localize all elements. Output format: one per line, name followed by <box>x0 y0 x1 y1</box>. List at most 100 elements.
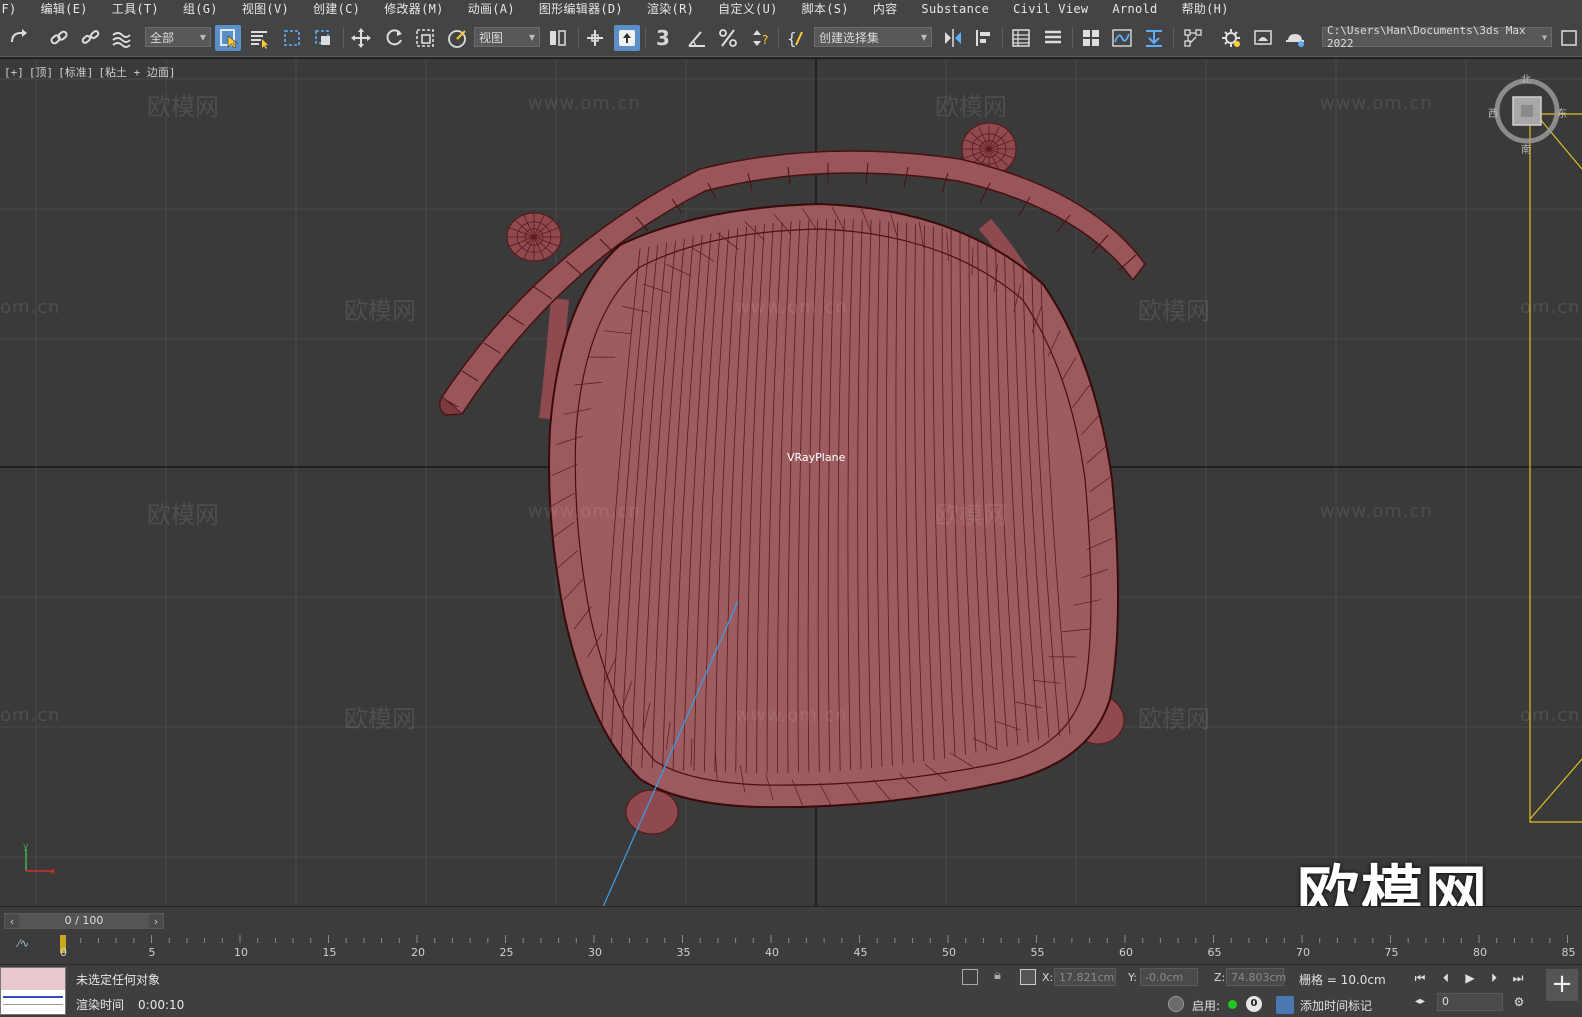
go-to-end-icon[interactable]: ⏭ <box>1508 969 1528 987</box>
menu-item[interactable]: 编辑(E) <box>29 0 100 19</box>
time-slider-value[interactable]: 0 / 100 <box>19 914 149 928</box>
rect-selection-icon[interactable] <box>279 25 305 51</box>
previous-frame-icon[interactable]: ⏴ <box>1436 969 1456 987</box>
layer-explorer-icon[interactable] <box>1008 25 1034 51</box>
isolate-selection-icon[interactable] <box>962 969 978 985</box>
go-to-start-icon[interactable]: ⏮ <box>1410 969 1430 987</box>
watermark-text: www.om.cn <box>1320 501 1433 522</box>
menu-item[interactable]: 脚本(S) <box>790 0 861 19</box>
menu-item[interactable]: 内容 <box>861 0 910 19</box>
edit-named-selection-icon[interactable]: { <box>783 25 809 51</box>
viewcube-south-label[interactable]: 南 <box>1521 141 1531 156</box>
current-frame-field[interactable]: 0 <box>1437 993 1503 1011</box>
schematic-view-icon[interactable] <box>1141 25 1167 51</box>
selection-lock-icon[interactable]: 🔒︎ <box>994 968 1001 983</box>
viewcube-east-label[interactable]: 东 <box>1557 105 1567 120</box>
viewport-menu-label[interactable]: [+] <box>4 66 24 79</box>
time-slider-prev-icon[interactable]: ‹ <box>5 915 19 928</box>
top-viewport[interactable]: [+] [顶] [标准] [粘土 + 边面] 北 西 东 南 y x 欧模网 www.o… <box>0 58 1582 906</box>
selection-filter-dropdown[interactable]: 全部 ▼ <box>145 27 211 47</box>
reference-coordinate-dropdown[interactable]: 视图 ▼ <box>474 27 540 47</box>
mirror-icon[interactable] <box>940 25 966 51</box>
render-production-icon[interactable] <box>1282 25 1308 51</box>
track-bar[interactable]: 0 5 10 15 20 25 30 35 40 45 50 55 60 65 70 75 80 85 <box>0 933 1582 963</box>
menu-item[interactable]: (F) <box>0 0 29 19</box>
play-icon[interactable]: ▶ <box>1460 969 1480 987</box>
time-tag-icon[interactable] <box>1276 996 1294 1014</box>
add-viewport-icon[interactable]: + <box>1546 969 1578 1001</box>
time-configuration-icon[interactable]: ⚙ <box>1509 993 1529 1011</box>
project-folder-dropdown[interactable]: C:\Users\Han\Documents\3ds Max 2022 ▼ <box>1322 24 1552 50</box>
scale-icon[interactable] <box>412 25 438 51</box>
watermark-text: om.cn <box>0 297 61 318</box>
unlink-icon[interactable] <box>77 25 103 51</box>
absolute-mode-icon[interactable] <box>1020 969 1036 985</box>
snaps-toggle-icon[interactable]: 3 <box>650 25 676 51</box>
selection-status-text: 未选定任何对象 <box>76 973 161 987</box>
select-object-icon[interactable] <box>215 25 241 51</box>
axis-x-label: x <box>50 867 56 877</box>
watermark-text: om.cn <box>1520 297 1581 318</box>
menu-item[interactable]: 帮助(H) <box>1170 0 1241 19</box>
menu-item[interactable]: 动画(A) <box>456 0 527 19</box>
scene-explorer-icon[interactable] <box>1078 25 1104 51</box>
select-by-name-icon[interactable] <box>246 25 272 51</box>
material-editor-icon[interactable] <box>1180 25 1206 51</box>
counter-badge[interactable]: 0 <box>1246 996 1262 1012</box>
bind-spacewarp-icon[interactable] <box>108 25 134 51</box>
toggle-ribbon-icon[interactable] <box>1040 25 1066 51</box>
time-slider[interactable]: ‹ 0 / 100 › <box>4 913 164 929</box>
menu-item[interactable]: 创建(C) <box>301 0 372 19</box>
key-mode-toggle-icon[interactable]: ◂▸ <box>1410 993 1430 1011</box>
menu-item[interactable]: 渲染(R) <box>635 0 706 19</box>
keyboard-shortcut-override-icon[interactable] <box>614 25 640 51</box>
y-coord-field[interactable]: -0.0cm <box>1140 968 1198 986</box>
align-icon[interactable] <box>971 25 997 51</box>
curve-editor-icon[interactable] <box>1109 25 1135 51</box>
maxscript-mini-listener[interactable] <box>0 967 66 1015</box>
viewport-shading-label[interactable]: [标准] <box>58 66 93 79</box>
menu-item[interactable]: 图形编辑器(D) <box>527 0 635 19</box>
next-frame-icon[interactable]: ⏵ <box>1484 969 1504 987</box>
x-coord-field[interactable]: 17.821cm <box>1054 968 1116 986</box>
render-setup-icon[interactable] <box>1218 25 1244 51</box>
window-crossing-icon[interactable] <box>310 25 336 51</box>
menu-item[interactable]: 视图(V) <box>230 0 301 19</box>
project-folder-icon[interactable] <box>1556 25 1582 51</box>
menu-item[interactable]: Substance <box>909 0 1001 19</box>
track-bar-tick-label: 15 <box>323 946 337 959</box>
viewcube-north-label[interactable]: 北 <box>1521 71 1531 86</box>
z-coord-label: Z: <box>1214 971 1226 984</box>
menu-item[interactable]: Civil View <box>1001 0 1100 19</box>
named-selection-sets-dropdown[interactable]: 创建选择集 ▼ <box>814 27 932 47</box>
menu-item[interactable]: 工具(T) <box>100 0 171 19</box>
menu-item[interactable]: 修改器(M) <box>372 0 455 19</box>
rendered-frame-window-icon[interactable] <box>1250 25 1276 51</box>
viewport-display-mode-label[interactable]: [粘土 + 边面] <box>98 66 175 79</box>
move-icon[interactable] <box>348 25 374 51</box>
menu-item[interactable]: 组(G) <box>171 0 230 19</box>
rotate-icon[interactable] <box>381 25 407 51</box>
z-coord-field[interactable]: 74.803cm <box>1226 968 1286 986</box>
menu-item[interactable]: Arnold <box>1100 0 1169 19</box>
menu-item[interactable]: 自定义(U) <box>706 0 789 19</box>
angle-snap-icon[interactable] <box>684 25 710 51</box>
adaptive-degradation-icon[interactable] <box>1168 996 1184 1012</box>
time-slider-next-icon[interactable]: › <box>149 915 163 928</box>
track-bar-tick-label: 50 <box>942 946 956 959</box>
redo-icon[interactable] <box>6 25 32 51</box>
chair-leg-back-left <box>506 212 562 262</box>
place-object-icon[interactable] <box>444 25 470 51</box>
object-name-label[interactable]: VRayPlane <box>787 451 845 464</box>
pivot-center-icon[interactable] <box>545 25 571 51</box>
percent-snap-icon[interactable] <box>715 25 741 51</box>
viewport-point-of-view-label[interactable]: [顶] <box>29 66 53 79</box>
viewport-label[interactable]: [+] [顶] [标准] [粘土 + 边面] <box>4 64 181 80</box>
link-icon[interactable] <box>46 25 72 51</box>
viewcube-west-label[interactable]: 西 <box>1488 105 1498 120</box>
watermark-text: www.om.cn <box>1320 93 1433 114</box>
add-time-tag-text[interactable]: 添加时间标记 <box>1300 997 1372 1014</box>
track-bar-tick-label: 0 <box>60 946 67 959</box>
select-and-manipulate-icon[interactable] <box>582 25 608 51</box>
spinner-snap-icon[interactable]: ? <box>747 25 773 51</box>
